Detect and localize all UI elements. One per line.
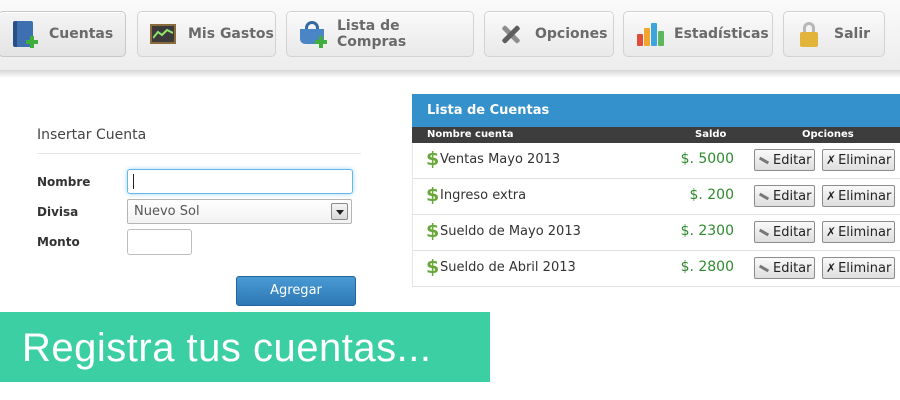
monto-label: Monto [37,235,80,249]
divisa-label: Divisa [37,205,79,219]
table-row: $ Ingreso extra $. 200 Editar ✗ Eliminar [412,179,900,215]
edit-button[interactable]: Editar [754,221,815,243]
edit-label: Editar [773,260,812,276]
form-divider [37,153,361,154]
edit-label: Editar [773,188,812,204]
edit-button[interactable]: Editar [754,185,815,207]
delete-label: Eliminar [838,188,892,204]
account-balance: $. 2300 [680,223,734,239]
nav-label: Mis Gastos [188,26,274,42]
accounts-table-header: Nombre cuenta Saldo Opciones [412,127,900,143]
account-name: Ingreso extra [440,188,527,203]
account-balance: $. 5000 [680,151,734,167]
tools-icon [495,19,525,49]
delete-button[interactable]: ✗ Eliminar [822,149,895,171]
book-add-icon [9,19,39,49]
nombre-label: Nombre [37,175,91,189]
nav-button-salir[interactable]: Salir [783,11,885,57]
delete-button[interactable]: ✗ Eliminar [822,221,895,243]
divisa-select[interactable]: Nuevo Sol [127,199,352,224]
chart-board-icon [148,19,178,49]
text-caret [133,174,134,189]
close-icon: ✗ [826,189,837,203]
pencil-icon [758,154,770,166]
delete-button[interactable]: ✗ Eliminar [822,257,895,279]
dollar-icon: $ [426,256,440,278]
nav-button-opciones[interactable]: Opciones [484,11,614,57]
form-title: Insertar Cuenta [37,127,147,143]
edit-label: Editar [773,152,812,168]
delete-button[interactable]: ✗ Eliminar [822,185,895,207]
edit-label: Editar [773,224,812,240]
account-balance: $. 2800 [680,259,734,275]
nav-label: Salir [834,26,871,42]
dollar-icon: $ [426,220,440,242]
column-header-saldo: Saldo [695,129,727,140]
promo-banner: Registra tus cuentas... [0,312,490,382]
dollar-icon: $ [426,148,440,170]
dollar-icon: $ [426,184,440,206]
nav-button-cuentas[interactable]: Cuentas [0,11,126,57]
nav-button-lista-de-compras[interactable]: Lista de Compras [286,11,474,57]
nav-label: Estadísticas [674,26,769,42]
basket-add-icon [297,19,327,49]
account-name: Sueldo de Abril 2013 [440,260,576,275]
account-balance: $. 200 [689,187,734,203]
nav-label: Lista de Compras [337,18,407,50]
table-row: $ Ventas Mayo 2013 $. 5000 Editar ✗ Elimi… [412,143,900,179]
monto-input[interactable] [127,229,192,255]
delete-label: Eliminar [838,260,892,276]
agregar-button[interactable]: Agregar [236,276,356,306]
nav-label: Cuentas [49,26,114,42]
pencil-icon [758,190,770,202]
chevron-down-icon[interactable] [331,203,348,220]
edit-button[interactable]: Editar [754,257,815,279]
lock-icon [794,19,824,49]
pencil-icon [758,226,770,238]
close-icon: ✗ [826,261,837,275]
delete-label: Eliminar [838,152,892,168]
account-name: Ventas Mayo 2013 [440,152,561,167]
edit-button[interactable]: Editar [754,149,815,171]
nav-button-mis-gastos[interactable]: Mis Gastos [137,11,276,57]
nav-button-estadisticas[interactable]: Estadísticas [623,11,773,57]
table-row: $ Sueldo de Abril 2013 $. 2800 Editar ✗ E… [412,251,900,287]
nav-label: Opciones [535,26,608,42]
promo-text: Registra tus cuentas... [22,326,432,370]
column-header-opciones: Opciones [802,129,854,140]
pencil-icon [758,262,770,274]
column-header-nombre: Nombre cuenta [427,129,514,140]
divisa-selected-value: Nuevo Sol [134,204,200,219]
table-row: $ Sueldo de Mayo 2013 $. 2300 Editar ✗ El… [412,215,900,251]
delete-label: Eliminar [838,224,892,240]
bar-stats-icon [634,19,664,49]
account-name: Sueldo de Mayo 2013 [440,224,581,239]
accounts-panel-title: Lista de Cuentas [412,94,900,127]
close-icon: ✗ [826,225,837,239]
close-icon: ✗ [826,153,837,167]
nombre-input[interactable] [127,169,353,194]
top-navigation: Cuentas Mis Gastos Lista de Compras Opci… [0,0,900,76]
nav-shadow [0,70,900,78]
